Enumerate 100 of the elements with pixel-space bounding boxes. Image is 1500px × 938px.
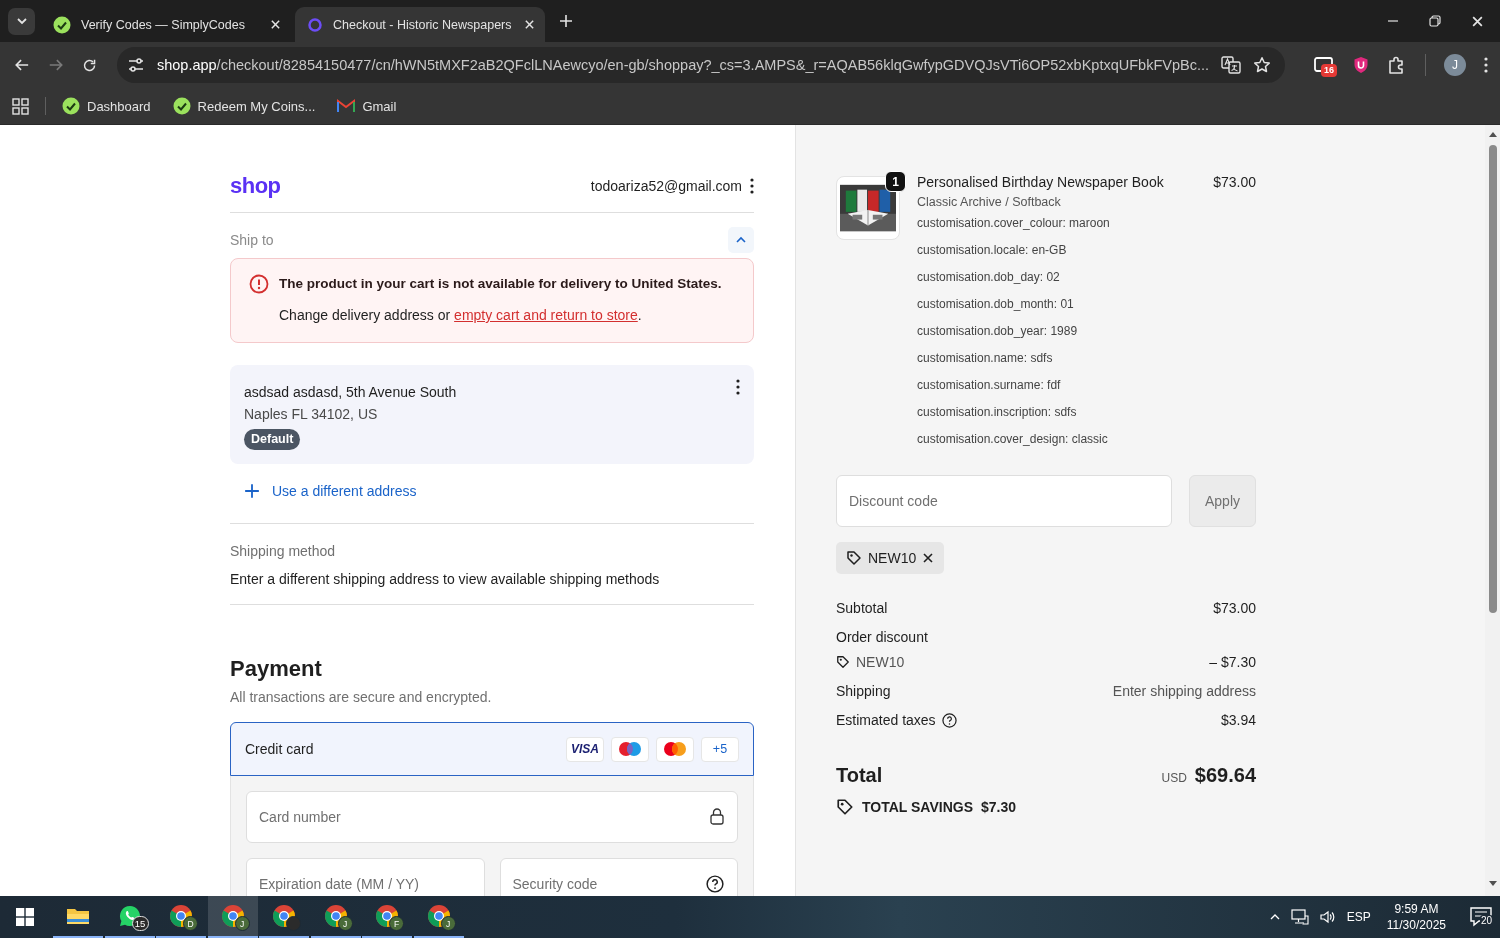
profile-badge: D (183, 916, 198, 931)
taskbar-button[interactable]: J (207, 896, 258, 938)
help-icon[interactable] (706, 875, 724, 893)
product-property: customisation.dob_month: 01 (917, 296, 1075, 312)
menu-icon[interactable] (1484, 57, 1488, 73)
address-bar[interactable]: shop.app/checkout/82854150477/cn/hWN5tMXF2aB2QFclLNAewcyo/en-gb/shoppay?_cs=3.AMPS&_r=AQAB56klqGwfypGDVQJsVTi6OP52xbKptxqUFbkFVpBc... (116, 47, 1285, 83)
product-property: customisation.dob_year: 1989 (917, 323, 1079, 339)
check-badge-icon (172, 97, 191, 115)
savings-label: TOTAL SAVINGS (862, 798, 973, 817)
clock-time: 9:59 AM (1394, 901, 1439, 917)
summary-label: Subtotal (836, 599, 888, 618)
error-title: The product in your cart is not available for delivery to United States. (279, 275, 723, 293)
taskbar-button[interactable]: J (413, 896, 464, 938)
browser-tab[interactable]: Verify Codes — SimplyCodes (41, 7, 291, 42)
summary-label: Estimated taxes (836, 711, 936, 730)
product-property: customisation.dob_day: 02 (917, 269, 1061, 285)
restore-icon[interactable] (1429, 14, 1441, 27)
address-line: asdsad asdasd, 5th Avenue South (244, 383, 457, 402)
summary-value: $73.00 (1213, 599, 1256, 618)
section-label: Ship to (230, 232, 274, 248)
total-amount: $69.64 (1194, 763, 1256, 788)
summary-value: – $7.30 (1209, 653, 1256, 672)
input-field[interactable]: Card number (246, 791, 738, 843)
overlapping-circles-icon (617, 741, 643, 757)
clock-date: 11/30/2025 (1386, 917, 1446, 933)
taskbar-button[interactable]: J (310, 896, 361, 938)
section-label: Shipping method (230, 542, 337, 561)
product-property: customisation.locale: en-GB (917, 242, 1068, 258)
check-badge-icon (62, 97, 80, 115)
kebab-menu-icon[interactable] (736, 379, 740, 395)
section-subtitle: All transactions are secure and encrypted. (230, 688, 493, 707)
tab-title: Checkout - Historic Newspapers (333, 17, 513, 32)
product-property: customisation.surname: fdf (917, 377, 1062, 393)
total-label: Total (836, 763, 883, 788)
product-variant: Classic Archive / Softback (917, 194, 1062, 210)
apps-grid-icon[interactable] (12, 97, 29, 115)
taskbar-button[interactable]: F (362, 896, 412, 938)
discount-code: NEW10 (868, 550, 917, 566)
new-tab-icon[interactable] (559, 14, 573, 28)
summary-label: Shipping (836, 682, 891, 701)
address-line: Naples FL 34102, US (244, 405, 378, 424)
taskbar-button[interactable]: 15 (104, 896, 155, 938)
windows-icon[interactable] (16, 908, 34, 926)
check-badge-icon (53, 15, 71, 34)
input-field[interactable]: Security code (499, 858, 738, 896)
payment-option[interactable]: Credit card VISA +5 (230, 722, 754, 776)
tag-icon (846, 550, 862, 566)
tune-icon[interactable] (126, 56, 145, 74)
shield-icon[interactable] (1353, 56, 1369, 74)
bookmark[interactable]: Dashboard (62, 97, 151, 115)
more-cards-badge: +5 (701, 736, 739, 762)
overlapping-circles-icon (662, 741, 688, 757)
chevron-down-icon[interactable] (15, 15, 28, 27)
product-property: customisation.name: sdfs (917, 350, 1054, 366)
add-address-link[interactable]: Use a different address (230, 478, 417, 504)
product-property: customisation.cover_design: classic (917, 431, 1109, 447)
tab-title: Verify Codes — SimplyCodes (81, 17, 246, 32)
ring-icon (307, 16, 323, 33)
taskbar-button[interactable]: D (156, 896, 206, 938)
help-icon[interactable] (941, 712, 957, 728)
tag-icon (836, 798, 854, 816)
product-title: Personalised Birthday Newspaper Book (917, 173, 1164, 192)
quantity-badge: 1 (885, 171, 906, 192)
volume-icon[interactable] (1318, 909, 1337, 925)
product-price: $73.00 (1213, 173, 1256, 192)
default-badge: Default (244, 429, 301, 450)
bookmark[interactable]: Gmail (337, 98, 397, 114)
profile-badge: F (389, 916, 404, 931)
url-text: shop.app/checkout/82854150477/cn/hWN5tMXF2aB2QFclLNAewcyo/en-gb/shoppay?_cs=3.AMPS&_r=AQAB56klqGwfypGDVQJsVTi6OP52xbKptxqUFbkFVpBc... (156, 57, 1209, 73)
error-icon (249, 274, 269, 294)
folder-icon (66, 906, 90, 926)
address-card[interactable]: asdsad asdasd, 5th Avenue South Naples FL 34102, US Default (230, 365, 754, 464)
summary-value: Enter shipping address (1112, 682, 1256, 701)
option-label: Credit card (245, 741, 315, 757)
clock[interactable]: 9:59 AM 11/30/2025 (1386, 901, 1446, 933)
tab-menu-button[interactable] (8, 7, 35, 35)
store-link[interactable]: empty cart and return to store (454, 307, 638, 323)
account-email: todoariza52@gmail.com (590, 178, 742, 194)
browser-tab[interactable]: Checkout - Historic Newspapers (295, 7, 545, 42)
translate-icon[interactable] (1221, 56, 1241, 74)
lock-icon (710, 808, 724, 825)
notification-badge: 16 (1321, 64, 1337, 77)
collapse-button[interactable] (728, 227, 754, 253)
input-field[interactable]: Expiration date (MM / YY) (246, 858, 485, 896)
discount-code: NEW10 (856, 653, 905, 672)
summary-value: $3.94 (1220, 711, 1256, 730)
section-title: Payment (230, 655, 323, 683)
bookmark[interactable]: Redeem My Coins... (172, 97, 316, 115)
product-property: customisation.cover_colour: maroon (917, 215, 1111, 231)
close-icon[interactable] (922, 552, 935, 564)
apply-button[interactable]: Apply (1189, 475, 1256, 527)
network-icon[interactable] (1290, 909, 1309, 925)
notification-count: 20 (1480, 915, 1494, 927)
language-indicator[interactable]: ESP (1346, 910, 1371, 924)
discount-field[interactable]: Discount code (836, 475, 1172, 527)
product-property: customisation.inscription: sdfs (917, 404, 1078, 420)
star-icon[interactable] (1253, 56, 1271, 74)
kebab-menu-icon[interactable] (750, 178, 754, 194)
profile-avatar (286, 916, 301, 931)
mail-icon (337, 99, 356, 113)
